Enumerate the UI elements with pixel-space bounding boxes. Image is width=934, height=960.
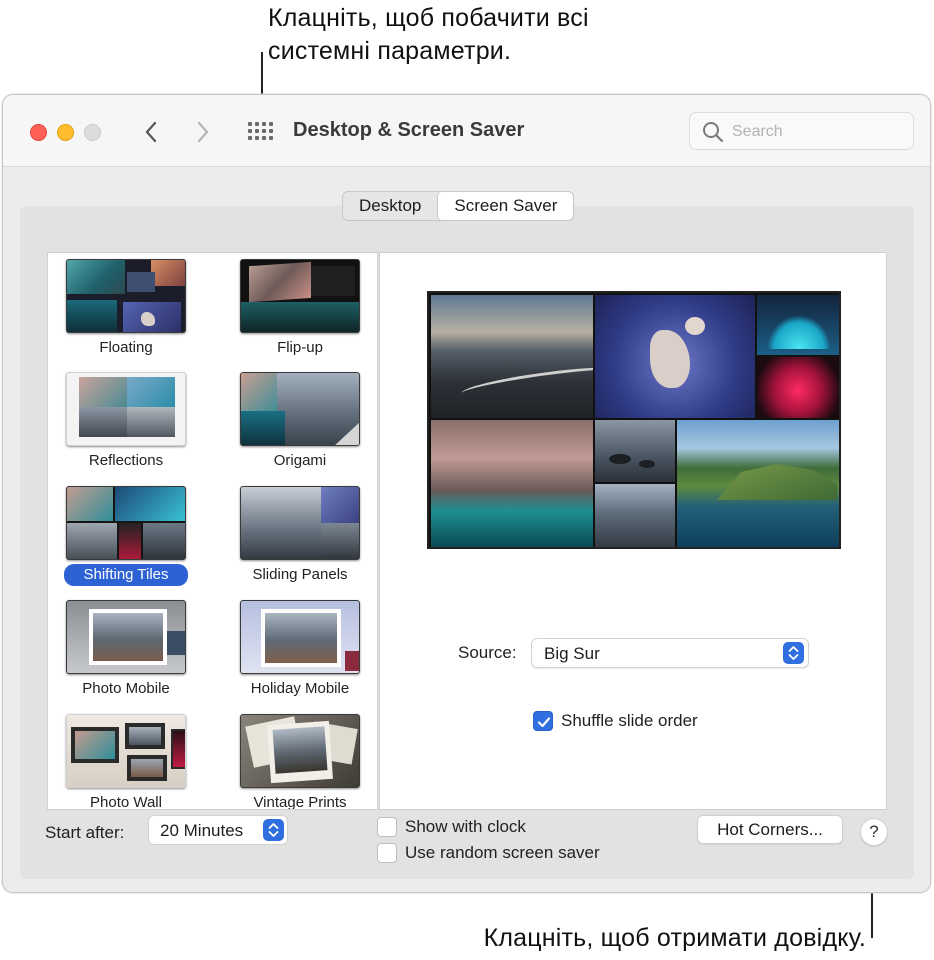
preferences-window: Desktop & Screen Saver Search Desktop Sc… bbox=[2, 94, 931, 893]
random-screen-saver-label: Use random screen saver bbox=[405, 843, 600, 862]
search-placeholder: Search bbox=[732, 123, 783, 140]
content-panel: Desktop Screen Saver Floating Flip-up Re… bbox=[20, 191, 914, 879]
preview-tile-rock-blue bbox=[595, 295, 755, 418]
popup-arrows-icon bbox=[263, 819, 284, 841]
preview-tile-cliff bbox=[431, 420, 593, 547]
preview-tile-red-plant bbox=[757, 357, 839, 418]
tab-segmented-control: Desktop Screen Saver bbox=[342, 191, 575, 221]
thumbnail-photo-wall bbox=[66, 714, 186, 788]
tile-label: Reflections bbox=[88, 452, 164, 469]
tab-screen-saver[interactable]: Screen Saver bbox=[437, 192, 574, 220]
random-screen-saver-option[interactable]: Use random screen saver bbox=[377, 843, 600, 863]
preview-tile-mountains bbox=[595, 484, 675, 547]
preview-pane: Source: Big Sur Shuffle slide order bbox=[379, 252, 887, 810]
magnifier-icon bbox=[703, 122, 724, 143]
show-with-clock-option[interactable]: Show with clock bbox=[377, 817, 526, 837]
thumbnail-holiday-mobile bbox=[240, 600, 360, 674]
tile-label: Origami bbox=[273, 452, 327, 469]
checkmark-icon bbox=[537, 717, 551, 728]
callout-show-all: Клацніть, щоб побачити всі системні пара… bbox=[268, 2, 589, 68]
zoom-window-button[interactable] bbox=[84, 124, 101, 141]
tile-label: Sliding Panels bbox=[252, 566, 348, 583]
source-label: Source: bbox=[458, 643, 517, 662]
source-value: Big Sur bbox=[544, 644, 600, 663]
tile-label: Holiday Mobile bbox=[250, 680, 350, 697]
thumbnail-flip-up bbox=[240, 259, 360, 333]
thumbnail-photo-mobile bbox=[66, 600, 186, 674]
shuffle-checkbox[interactable] bbox=[533, 711, 553, 731]
search-field[interactable]: Search bbox=[689, 112, 914, 150]
title-bar: Desktop & Screen Saver Search bbox=[3, 95, 930, 167]
thumbnail-sliding-panels bbox=[240, 486, 360, 560]
start-after-label: Start after: bbox=[45, 823, 125, 842]
close-window-button[interactable] bbox=[30, 124, 47, 141]
start-after-popup[interactable]: 20 Minutes bbox=[148, 815, 288, 845]
thumbnail-reflections bbox=[66, 372, 186, 446]
help-button[interactable]: ? bbox=[860, 818, 888, 846]
tile-label: Photo Mobile bbox=[82, 680, 170, 697]
preview-tile-rocks-lake bbox=[595, 420, 675, 482]
screen-saver-preview bbox=[427, 291, 841, 549]
tile-label: Flip-up bbox=[277, 339, 323, 356]
forward-button[interactable] bbox=[188, 117, 218, 147]
thumbnail-shifting-tiles bbox=[66, 486, 186, 560]
tile-label: Shifting Tiles bbox=[64, 564, 188, 586]
show-all-preferences-button[interactable] bbox=[246, 122, 274, 144]
preview-tile-coast bbox=[677, 420, 839, 547]
shuffle-label: Shuffle slide order bbox=[561, 711, 698, 730]
window-title: Desktop & Screen Saver bbox=[293, 119, 525, 141]
show-with-clock-label: Show with clock bbox=[405, 817, 526, 836]
thumbnail-floating bbox=[66, 259, 186, 333]
screen-saver-list[interactable]: Floating Flip-up Reflections Origami Shi… bbox=[47, 252, 378, 810]
thumbnail-vintage-prints bbox=[240, 714, 360, 788]
tile-label: Photo Wall bbox=[90, 794, 162, 810]
tile-label: Vintage Prints bbox=[253, 794, 347, 810]
callout-top-line-1: Клацніть, щоб побачити всі bbox=[268, 4, 589, 32]
random-screen-saver-checkbox[interactable] bbox=[377, 843, 397, 863]
popup-arrows-icon bbox=[783, 642, 804, 664]
chevron-left-icon bbox=[145, 121, 157, 143]
callout-top-line-2: системні параметри. bbox=[268, 37, 512, 65]
shuffle-option[interactable]: Shuffle slide order bbox=[533, 711, 698, 731]
tab-desktop[interactable]: Desktop bbox=[343, 192, 437, 220]
show-with-clock-checkbox[interactable] bbox=[377, 817, 397, 837]
start-after-value: 20 Minutes bbox=[160, 821, 244, 840]
preview-tile-cyan-plant bbox=[757, 295, 839, 355]
callout-help: Клацніть, щоб отримати довідку. bbox=[483, 924, 866, 952]
thumbnail-origami bbox=[240, 372, 360, 446]
hot-corners-button[interactable]: Hot Corners... bbox=[697, 815, 843, 844]
source-popup[interactable]: Big Sur bbox=[531, 638, 809, 668]
chevron-right-icon bbox=[197, 121, 209, 143]
tile-label: Floating bbox=[99, 339, 153, 356]
preview-tile-road bbox=[431, 295, 593, 418]
minimize-window-button[interactable] bbox=[57, 124, 74, 141]
back-button[interactable] bbox=[136, 117, 166, 147]
